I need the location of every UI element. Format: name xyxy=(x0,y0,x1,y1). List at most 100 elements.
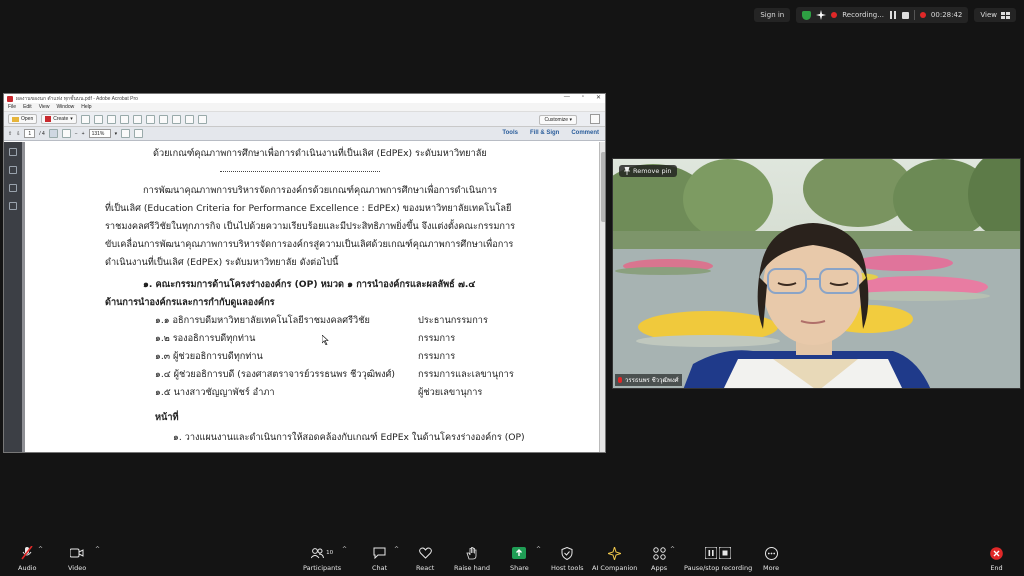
highlight-icon[interactable] xyxy=(171,114,181,124)
apps-button[interactable]: Apps xyxy=(651,546,667,572)
minimize-icon[interactable]: — xyxy=(564,94,570,101)
zoom-dropdown-icon[interactable]: ▾ xyxy=(115,131,118,137)
audio-button[interactable]: Audio xyxy=(18,546,36,572)
member-role: ผู้ช่วยเลขานุการ xyxy=(418,387,483,398)
window-controls: — ▫ ✕ xyxy=(564,94,601,101)
pdf-page: ด้วยเกณฑ์คุณภาพการศึกษาเพื่อการดำเนินงาน… xyxy=(25,142,599,452)
scrollbar-thumb[interactable] xyxy=(601,152,605,222)
acrobat-nav-toolbar: ⇧ ⇩ 1 / 4 − + 131% ▾ Tools Fill & Sign C… xyxy=(4,127,605,141)
tab-tools[interactable]: Tools xyxy=(500,129,520,137)
ai-companion-button[interactable]: AI Companion xyxy=(592,546,637,572)
menu-view[interactable]: View xyxy=(39,104,50,110)
page-up-icon[interactable]: ⇧ xyxy=(8,131,12,137)
bookmarks-icon[interactable] xyxy=(9,166,17,174)
attach-icon[interactable] xyxy=(184,114,194,124)
doc-heading: ด้วยเกณฑ์คุณภาพการศึกษาเพื่อการดำเนินงาน… xyxy=(153,148,487,159)
print-icon[interactable] xyxy=(106,114,116,124)
upload-icon[interactable] xyxy=(93,114,103,124)
edit-icon[interactable] xyxy=(119,114,129,124)
create-button[interactable]: Create ▾ xyxy=(41,114,77,124)
host-shield-icon xyxy=(561,546,573,560)
signatures-icon[interactable] xyxy=(9,202,17,210)
duty-title: หน้าที่ xyxy=(155,412,179,423)
apps-icon xyxy=(652,546,666,560)
share-options-caret[interactable]: ^ xyxy=(536,546,541,553)
zoom-field[interactable]: 131% xyxy=(88,129,111,138)
participant-video-tile[interactable]: Remove pin วรรธนพร ชีววุฒิพงศ์ xyxy=(612,158,1021,389)
raise-hand-label: Raise hand xyxy=(454,564,490,572)
mic-muted-icon xyxy=(21,546,33,560)
participants-options-caret[interactable]: ^ xyxy=(342,546,347,553)
member-role: กรรมการ xyxy=(418,351,456,362)
view-button[interactable]: View xyxy=(974,8,1016,22)
react-label: React xyxy=(416,564,435,572)
customize-dropdown[interactable]: Customize ▾ xyxy=(539,115,577,125)
hand-tool-icon[interactable] xyxy=(61,129,71,138)
tab-fill-sign[interactable]: Fill & Sign xyxy=(528,129,561,137)
comment-icon[interactable] xyxy=(158,114,168,124)
page-down-icon[interactable]: ⇩ xyxy=(16,131,20,137)
video-feed xyxy=(613,159,1020,388)
more-button[interactable]: More xyxy=(763,546,779,572)
customize-label: Customize xyxy=(544,117,569,123)
share-button[interactable]: Share xyxy=(510,546,529,572)
email-icon[interactable] xyxy=(132,114,142,124)
select-tool-icon[interactable] xyxy=(48,129,58,138)
participant-name: วรรธนพร ชีววุฒิพงศ์ xyxy=(625,377,679,384)
fit-page-icon[interactable] xyxy=(121,129,131,138)
fit-width-icon[interactable] xyxy=(134,129,144,138)
maximize-icon[interactable]: ▫ xyxy=(582,94,584,101)
apps-options-caret[interactable]: ^ xyxy=(670,546,675,553)
member-name: ๑.๔ ผู้ช่วยอธิการบดี (รองศาสตราจารย์วรรธ… xyxy=(155,369,395,380)
stop-recording-icon[interactable] xyxy=(901,11,909,19)
more-icon xyxy=(764,546,778,560)
menu-help[interactable]: Help xyxy=(81,104,91,110)
share-screen-icon xyxy=(512,547,527,559)
video-button[interactable]: Video xyxy=(68,546,86,572)
remove-pin-button[interactable]: Remove pin xyxy=(619,165,677,177)
grid-view-icon xyxy=(1001,11,1010,19)
settings-icon[interactable] xyxy=(145,114,155,124)
folder-icon xyxy=(12,116,19,122)
end-button[interactable]: End xyxy=(990,546,1003,572)
participants-icon xyxy=(311,547,325,558)
security-shield-icon[interactable] xyxy=(802,10,812,20)
save-icon[interactable] xyxy=(80,114,90,124)
page-number-field[interactable]: 1 xyxy=(24,129,36,138)
navigation-pane xyxy=(4,142,22,452)
stop-icon xyxy=(719,547,732,559)
sign-in-button[interactable]: Sign in xyxy=(754,8,791,22)
attachments-icon[interactable] xyxy=(9,184,17,192)
sign-in-label: Sign in xyxy=(760,11,785,19)
member-name: ๑.๓ ผู้ช่วยอธิการบดีทุกท่าน xyxy=(155,351,263,362)
react-button[interactable]: React xyxy=(416,546,434,572)
video-label: Video xyxy=(68,564,87,572)
page-current: 1 xyxy=(28,130,32,137)
chat-options-caret[interactable]: ^ xyxy=(394,546,399,553)
stamp-icon[interactable] xyxy=(197,114,207,124)
zoom-value: 131% xyxy=(91,130,105,137)
menu-window[interactable]: Window xyxy=(56,104,74,110)
zoom-out-icon[interactable]: − xyxy=(75,131,78,137)
expand-icon[interactable] xyxy=(590,114,600,124)
open-button[interactable]: Open xyxy=(8,114,38,124)
ai-sparkle-icon[interactable] xyxy=(816,10,827,20)
apps-label: Apps xyxy=(651,564,668,572)
end-label: End xyxy=(990,564,1003,572)
tab-comment[interactable]: Comment xyxy=(569,129,601,137)
vertical-scrollbar[interactable] xyxy=(599,142,605,452)
zoom-in-icon[interactable]: + xyxy=(82,131,85,137)
audio-options-caret[interactable]: ^ xyxy=(38,546,43,553)
pause-stop-recording-button[interactable]: Pause/stop recording xyxy=(684,546,752,572)
close-icon[interactable]: ✕ xyxy=(596,94,601,101)
menu-edit[interactable]: Edit xyxy=(23,104,32,110)
video-options-caret[interactable]: ^ xyxy=(95,546,100,553)
paragraph-line: การพัฒนาคุณภาพการบริหารจัดการองค์กรด้วยเ… xyxy=(143,185,498,196)
pages-panel-icon[interactable] xyxy=(9,148,17,156)
host-tools-button[interactable]: Host tools xyxy=(551,546,584,572)
menu-file[interactable]: File xyxy=(8,104,16,110)
pause-recording-icon[interactable] xyxy=(889,11,897,19)
chat-button[interactable]: Chat xyxy=(372,546,387,572)
participants-button[interactable]: 10 Participants xyxy=(303,546,341,572)
raise-hand-button[interactable]: Raise hand xyxy=(454,546,490,572)
